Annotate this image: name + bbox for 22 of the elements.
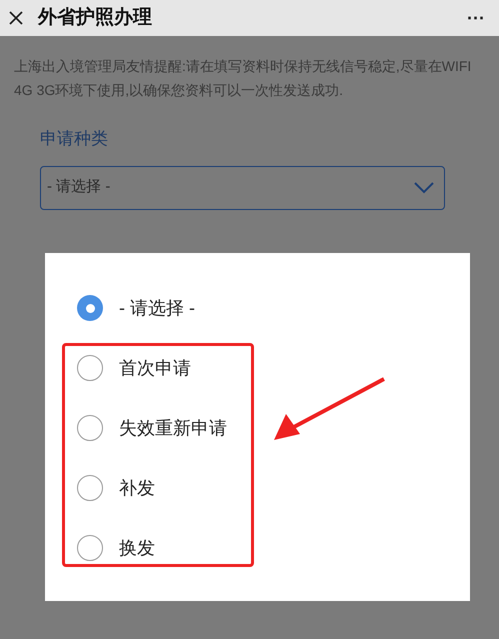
- radio-option[interactable]: 补发: [77, 458, 297, 518]
- radio-button[interactable]: [77, 355, 103, 381]
- chevron-down-icon: [414, 182, 434, 194]
- option-label: 补发: [119, 476, 155, 500]
- radio-option[interactable]: 换发: [77, 518, 297, 578]
- field-label: 申请种类: [40, 128, 109, 150]
- radio-button[interactable]: [77, 295, 103, 321]
- radio-button[interactable]: [77, 535, 103, 561]
- option-label: 换发: [119, 536, 155, 560]
- option-label: 首次申请: [119, 356, 191, 380]
- radio-option[interactable]: - 请选择 -: [77, 278, 297, 338]
- option-label: - 请选择 -: [119, 296, 195, 320]
- radio-option[interactable]: 首次申请: [77, 338, 297, 398]
- notice-text: 上海出入境管理局友情提醒:请在填写资料时保持无线信号稳定,尽量在WIFI 4G 3G环境下使用,以确保您资料可以一次性发送成功.: [13, 57, 472, 100]
- select-value: - 请选择 -: [47, 177, 110, 198]
- more-menu[interactable]: ···: [467, 4, 485, 32]
- radio-button[interactable]: [77, 475, 103, 501]
- radio-option[interactable]: 失效重新申请: [77, 398, 297, 458]
- close-icon[interactable]: [8, 10, 24, 26]
- option-label: 失效重新申请: [119, 416, 227, 440]
- window-title: 外省护照办理: [38, 6, 152, 30]
- radio-button[interactable]: [77, 415, 103, 441]
